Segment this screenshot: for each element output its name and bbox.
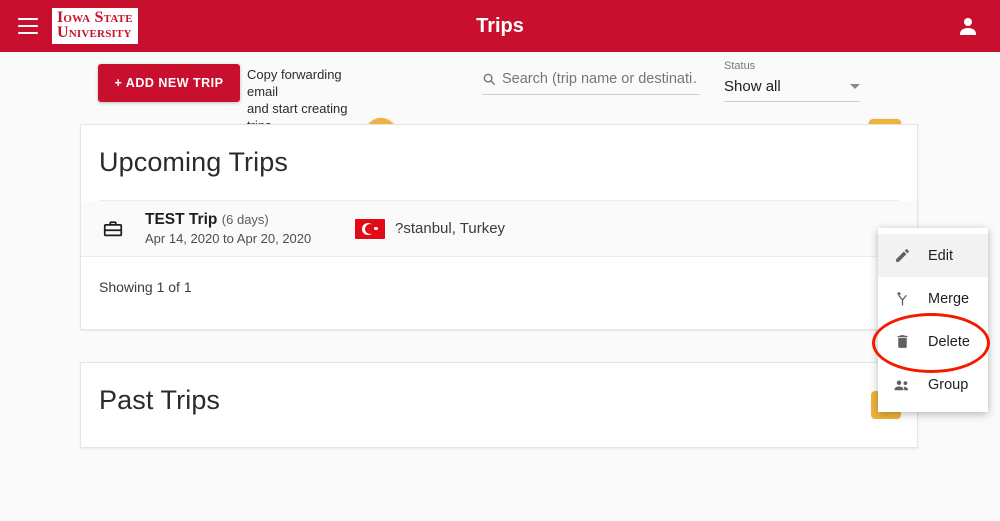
search-underline [482,94,700,95]
app-header: Iowa State University Trips [0,0,1000,52]
logo-line-2: University [57,24,132,41]
iowa-state-university-logo[interactable]: Iowa State University [52,8,138,44]
upcoming-trips-card: Upcoming Trips TEST Trip (6 days) Apr 14… [80,124,918,330]
trip-row[interactable]: TEST Trip (6 days) Apr 14, 2020 to Apr 2… [81,201,917,257]
showing-count: Showing 1 of 1 [99,279,192,295]
search-field-wrapper [482,70,700,95]
menu-item-merge-label: Merge [928,290,970,307]
trash-icon [892,332,912,352]
hamburger-menu-icon[interactable] [18,18,38,34]
menu-item-group-label: Group [928,376,969,393]
destination-text: ?stanbul, Turkey [395,220,506,237]
add-new-trip-button[interactable]: + ADD NEW TRIP [98,64,240,102]
trip-duration: (6 days) [221,212,269,227]
trip-details: TEST Trip (6 days) Apr 14, 2020 to Apr 2… [145,211,351,246]
menu-item-delete[interactable]: Delete [878,320,988,363]
pencil-icon [892,246,912,266]
status-select[interactable]: Status Show all [724,60,860,102]
trip-destination: ?stanbul, Turkey [355,218,506,239]
people-icon [892,375,912,395]
page-title: Trips [476,14,524,37]
past-trips-card: Past Trips [80,362,918,448]
trip-context-menu: Edit Merge Delete Group [878,228,988,412]
status-value-row: Show all [724,78,860,101]
menu-item-merge[interactable]: Merge [878,277,988,320]
turkey-flag-icon [355,218,385,239]
trip-icon-cell [81,218,145,240]
briefcase-icon [103,220,123,236]
status-label: Status [724,60,756,72]
search-line [482,70,700,94]
search-icon [483,73,495,85]
status-underline [724,101,860,102]
search-input[interactable] [500,70,700,88]
trips-toolbar: + ADD NEW TRIP Copy forwarding email and… [0,52,1000,151]
menu-item-edit-label: Edit [928,247,953,264]
trip-dates: Apr 14, 2020 to Apr 20, 2020 [145,231,312,246]
trip-name: TEST Trip [145,211,218,228]
status-selected-value: Show all [724,78,781,95]
chevron-down-icon [850,84,860,89]
menu-item-edit[interactable]: Edit [878,234,988,277]
trips-page: Iowa State University Trips + ADD NEW TR… [0,0,1000,521]
forwarding-email-line-1: Copy forwarding email [247,67,342,99]
upcoming-trips-title: Upcoming Trips [99,147,288,177]
call-merge-icon [892,289,912,309]
person-icon[interactable] [956,14,980,38]
past-trips-title: Past Trips [99,385,221,415]
menu-item-delete-label: Delete [928,333,970,350]
trip-name-line: TEST Trip (6 days) [145,211,351,229]
menu-item-group[interactable]: Group [878,363,988,406]
